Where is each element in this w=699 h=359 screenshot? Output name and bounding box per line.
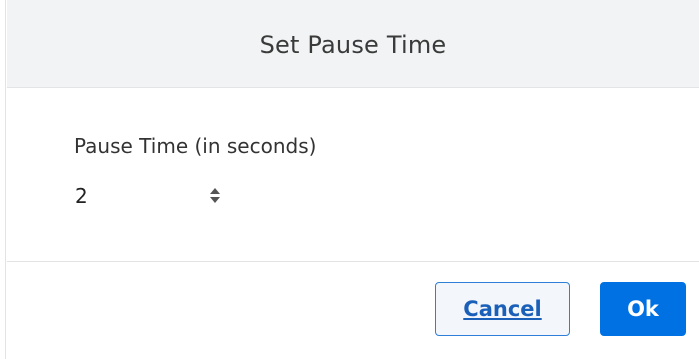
cancel-button[interactable]: Cancel xyxy=(435,282,570,336)
pause-time-label: Pause Time (in seconds) xyxy=(74,134,317,158)
spin-up-arrow-icon[interactable] xyxy=(210,187,220,194)
set-pause-time-dialog: Set Pause Time Pause Time (in seconds) C… xyxy=(0,0,699,359)
pause-time-number-input[interactable] xyxy=(66,176,234,216)
spin-down-arrow-icon[interactable] xyxy=(210,196,220,203)
pause-time-input[interactable] xyxy=(75,184,185,208)
ok-button[interactable]: Ok xyxy=(600,282,686,336)
dialog-body: Pause Time (in seconds) xyxy=(7,88,699,262)
up-down-spinner-icon[interactable] xyxy=(204,180,226,210)
dialog-footer: Cancel Ok xyxy=(7,262,699,359)
dialog-title: Set Pause Time xyxy=(259,30,447,59)
dialog-header: Set Pause Time xyxy=(7,0,699,88)
dialog-left-edge xyxy=(0,0,6,359)
